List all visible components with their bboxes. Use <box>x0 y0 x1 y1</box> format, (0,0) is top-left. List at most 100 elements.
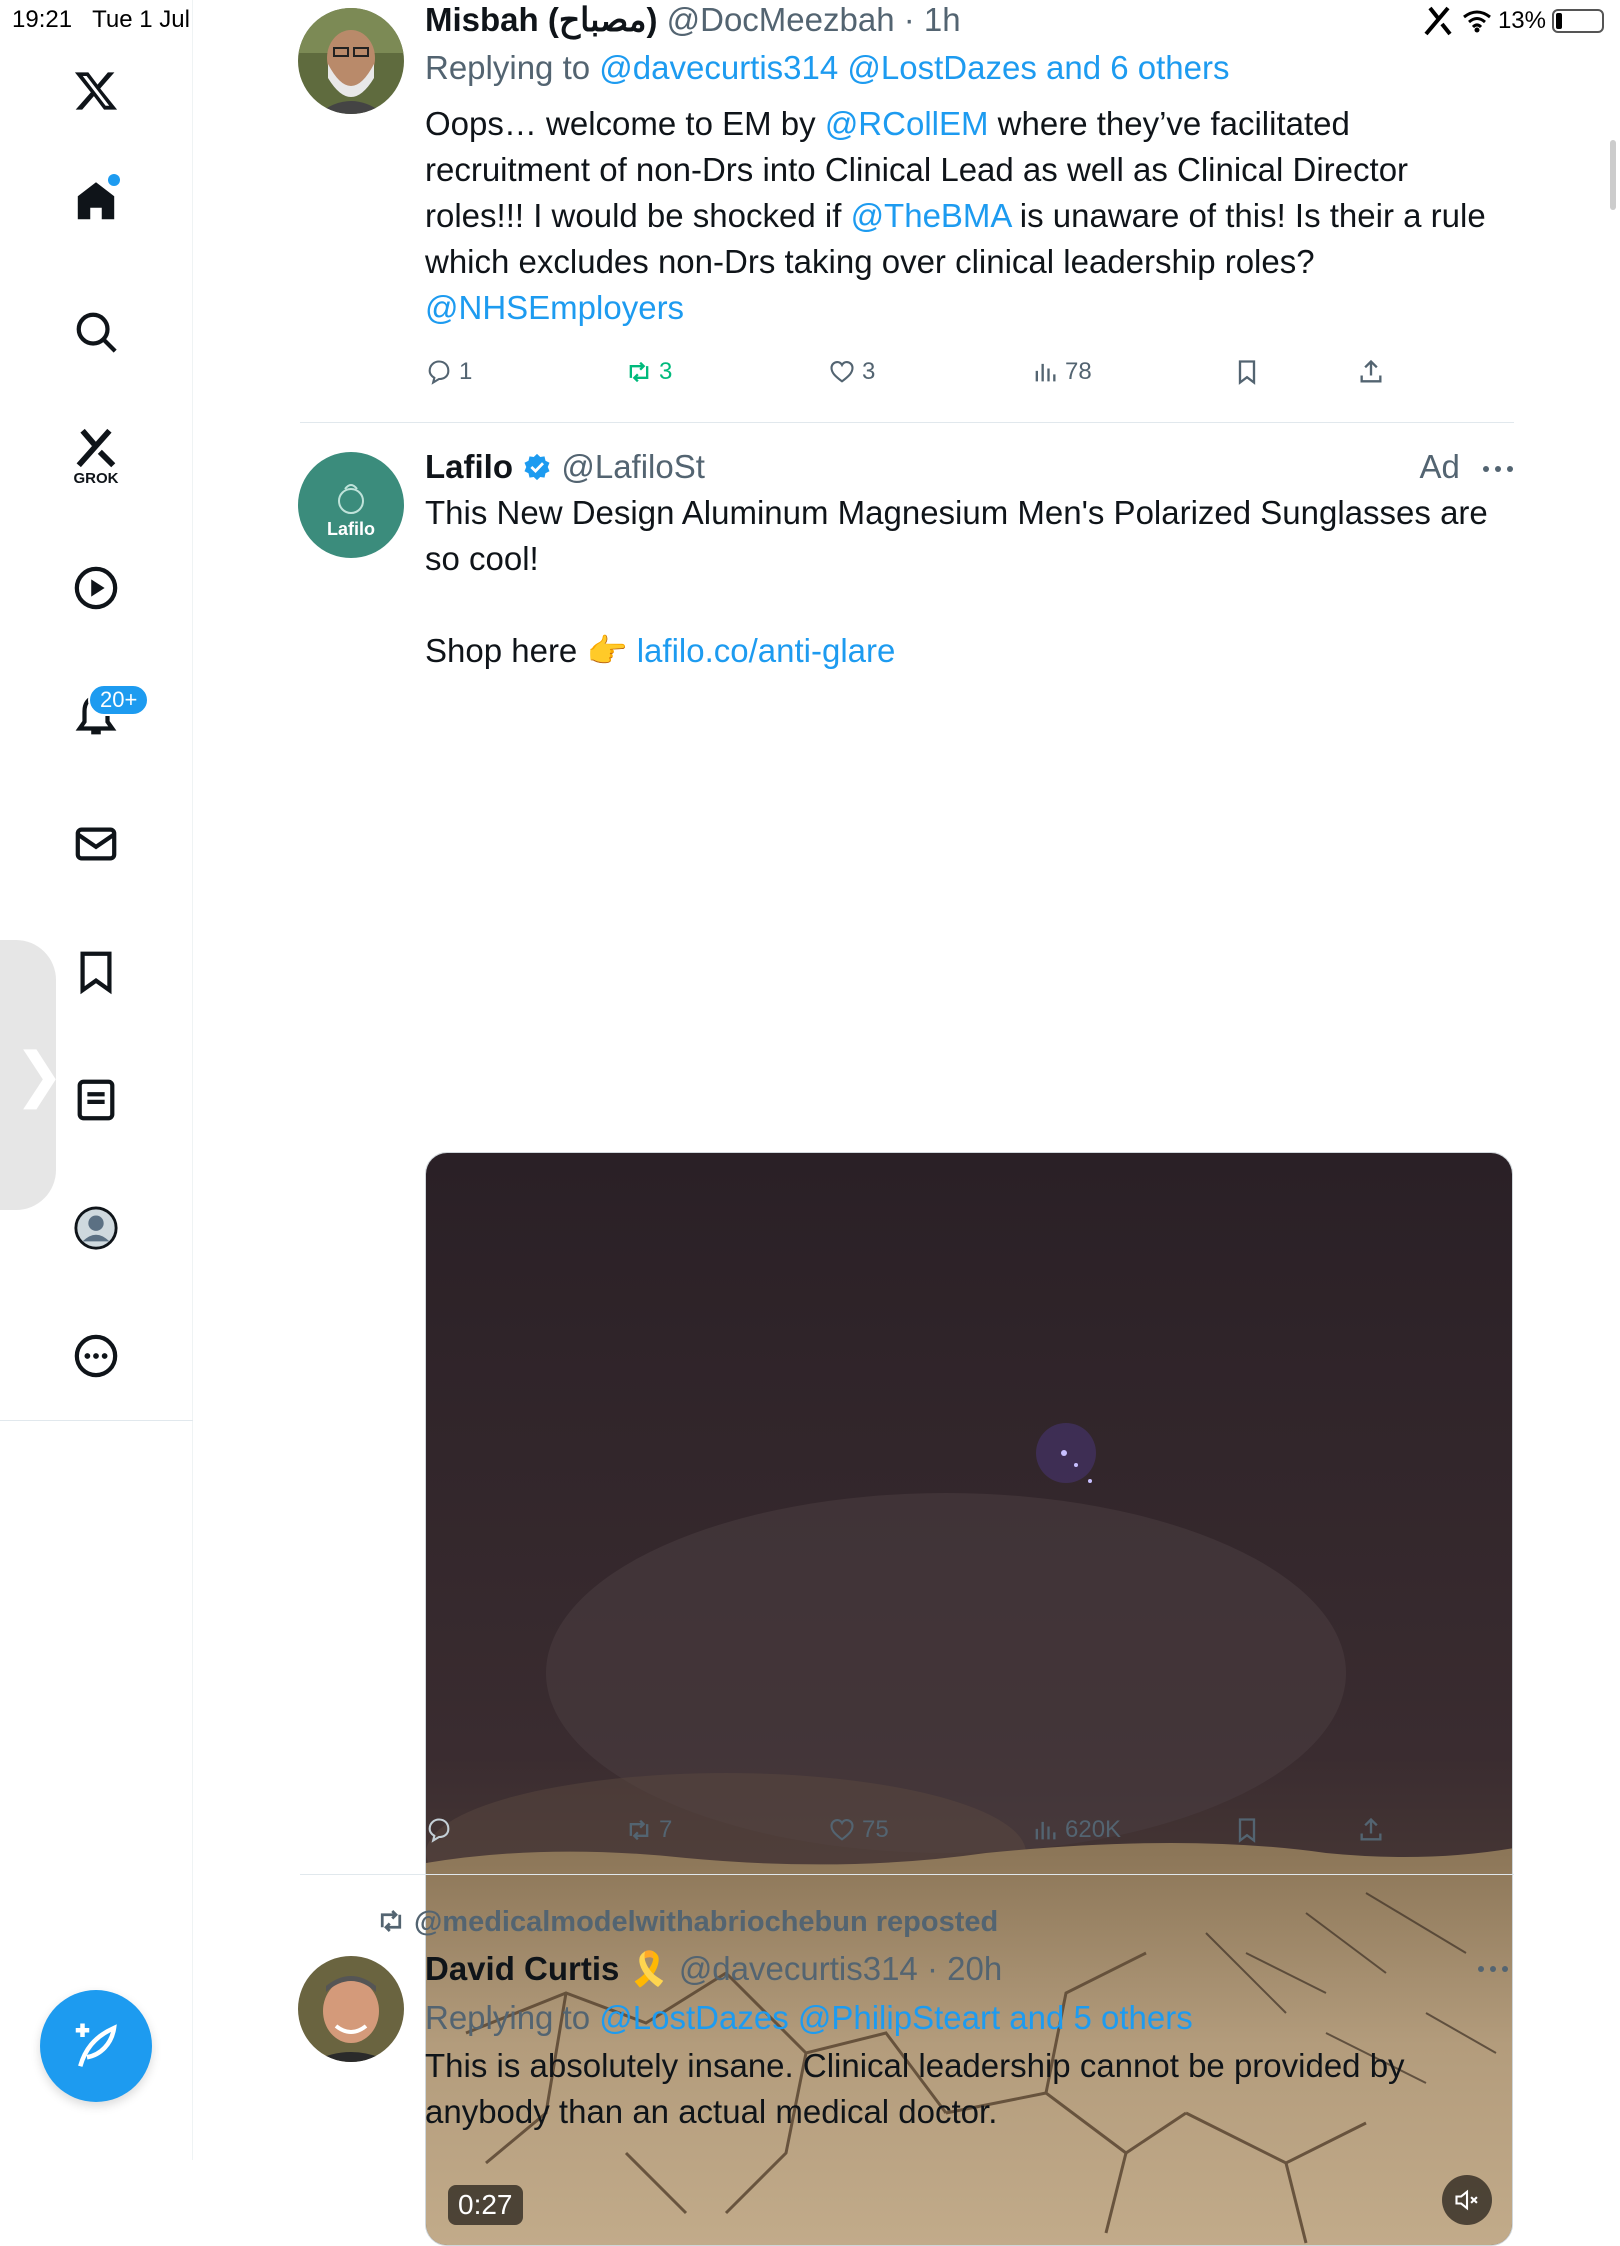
battery-icon <box>1552 9 1604 33</box>
share-button[interactable] <box>1357 358 1385 386</box>
views-button[interactable]: 78 <box>1031 358 1092 386</box>
tweet-misbah[interactable]: Misbah (مصباح) @DocMeezbah · 1h Replying… <box>298 1 1514 408</box>
scrollbar[interactable] <box>1610 140 1616 210</box>
verified-badge-icon <box>524 453 550 481</box>
like-button[interactable]: 75 <box>828 1816 889 1844</box>
repost-count: 7 <box>659 1816 673 1843</box>
repost-icon <box>380 1910 402 1932</box>
lafilo-avatar-text: Lafilo <box>327 518 375 539</box>
repost-button[interactable]: 7 <box>625 1816 672 1844</box>
tweet-david-curtis[interactable]: @medicalmodelwithabriochebun reposted Da… <box>298 1900 1514 2160</box>
avatar-david-curtis-image <box>298 1956 404 2062</box>
bookmark-icon <box>1238 360 1256 385</box>
reply-targets-link[interactable]: @LostDazes @PhilipSteart and 5 others <box>599 1999 1192 2036</box>
heart-icon <box>830 1819 854 1841</box>
author-handle[interactable]: @davecurtis314 <box>679 1950 918 1987</box>
share-icon <box>1360 1817 1382 1841</box>
mail-icon <box>75 827 117 861</box>
author-name[interactable]: David Curtis <box>425 1950 619 1987</box>
grok-label: GROK <box>73 470 119 487</box>
status-indicators: 13% <box>1422 6 1604 36</box>
sidebar-item-profile[interactable] <box>60 1192 132 1264</box>
avatar[interactable]: Lafilo <box>298 452 404 558</box>
views-count: 620K <box>1065 1816 1122 1843</box>
views-button[interactable]: 620K <box>1031 1816 1121 1844</box>
reply-icon <box>428 360 450 385</box>
heart-icon <box>830 361 854 383</box>
tweet-actions: 1 3 3 78 <box>425 358 1505 398</box>
like-count: 75 <box>862 1816 889 1843</box>
compose-button[interactable] <box>40 1990 152 2102</box>
views-chart-icon <box>1035 1821 1056 1840</box>
replying-to: Replying to @LostDazes @PhilipSteart and… <box>425 1999 1193 2036</box>
author-name[interactable]: Lafilo <box>425 448 513 485</box>
sidebar-item-video[interactable] <box>60 552 132 624</box>
wifi-icon <box>1463 10 1491 33</box>
replying-to: Replying to @davecurtis314 @LostDazes an… <box>425 49 1230 86</box>
author-handle[interactable]: @LafiloSt <box>561 448 705 485</box>
grok-icon <box>76 428 116 468</box>
tweet-lafilo-ad[interactable]: Lafilo Lafilo @LafiloSt Ad This New Desi… <box>298 448 1514 2246</box>
tweet-header: Lafilo @LafiloSt <box>425 448 1515 486</box>
tweet-text: Oops… welcome to EM by @RCollEM where th… <box>425 105 1486 326</box>
reply-targets-link[interactable]: @davecurtis314 @LostDazes and 6 others <box>599 49 1229 86</box>
mention-link[interactable]: @TheBMA <box>851 197 1011 234</box>
bookmark-icon <box>80 951 112 995</box>
sidebar-item-explore[interactable] <box>60 296 132 368</box>
status-bar: 19:21 Tue 1 Jul 13% <box>0 0 1620 44</box>
sidebar-item-bookmarks[interactable] <box>60 936 132 1008</box>
bookmark-icon <box>1238 1818 1256 1843</box>
more-options-icon[interactable] <box>1476 1964 1510 1974</box>
sidebar-item-messages[interactable] <box>60 808 132 880</box>
sidebar-item-home[interactable] <box>60 166 132 238</box>
side-drawer-handle[interactable]: ❯ <box>0 940 64 1210</box>
bookmark-button[interactable] <box>1233 1816 1261 1844</box>
mention-link[interactable]: @NHSEmployers <box>425 289 684 326</box>
x-logo-icon <box>74 72 118 110</box>
more-circle-icon <box>74 1334 118 1378</box>
reply-button[interactable] <box>425 1816 453 1844</box>
list-icon <box>77 1079 115 1121</box>
reply-button[interactable]: 1 <box>425 358 472 386</box>
tweet-text: This New Design Aluminum Magnesium Men's… <box>425 494 1488 669</box>
sidebar-item-lists[interactable] <box>60 1064 132 1136</box>
chevron-right-icon: ❯ <box>14 1041 65 1108</box>
reply-icon <box>428 1818 450 1843</box>
x-logo[interactable] <box>60 55 132 127</box>
views-count: 78 <box>1065 358 1092 385</box>
like-count: 3 <box>862 358 876 385</box>
repost-icon <box>629 361 649 383</box>
sidebar-item-more[interactable] <box>60 1320 132 1392</box>
mute-button[interactable] <box>1442 2175 1492 2225</box>
lafilo-logo-icon <box>338 483 364 514</box>
share-icon <box>1360 359 1382 383</box>
video-duration: 0:27 <box>448 2185 523 2225</box>
mention-link[interactable]: @RCollEM <box>825 105 989 142</box>
profile-avatar-icon <box>74 1206 118 1250</box>
like-button[interactable]: 3 <box>828 358 875 386</box>
grok-status-icon <box>1424 6 1452 36</box>
sidebar-divider <box>0 1420 193 1421</box>
shop-link[interactable]: lafilo.co/anti-glare <box>637 632 896 669</box>
tweet-divider <box>300 422 1514 423</box>
sidebar-item-grok[interactable]: GROK <box>60 420 132 492</box>
tweet-actions: 7 75 620K <box>425 1816 1505 1856</box>
repost-context[interactable]: @medicalmodelwithabriochebun reposted <box>376 1906 998 1939</box>
notifications-badge: 20+ <box>88 684 150 716</box>
status-time: 19:21 Tue 1 Jul <box>12 6 190 33</box>
more-options-icon[interactable] <box>1481 464 1515 474</box>
reply-count: 1 <box>459 358 473 385</box>
repost-count: 3 <box>659 358 673 385</box>
repost-button[interactable]: 3 <box>625 358 672 386</box>
ad-label: Ad <box>1419 448 1515 486</box>
bookmark-button[interactable] <box>1233 358 1261 386</box>
search-icon <box>76 312 117 353</box>
battery-percent: 13% <box>1497 7 1546 34</box>
repost-icon <box>629 1819 649 1841</box>
home-unread-dot <box>108 174 120 186</box>
share-button[interactable] <box>1357 1816 1385 1844</box>
views-chart-icon <box>1035 363 1056 382</box>
speaker-muted-icon <box>1455 2189 1478 2211</box>
tweet-text: This is absolutely insane. Clinical lead… <box>425 2047 1405 2130</box>
avatar[interactable] <box>298 1956 404 2062</box>
